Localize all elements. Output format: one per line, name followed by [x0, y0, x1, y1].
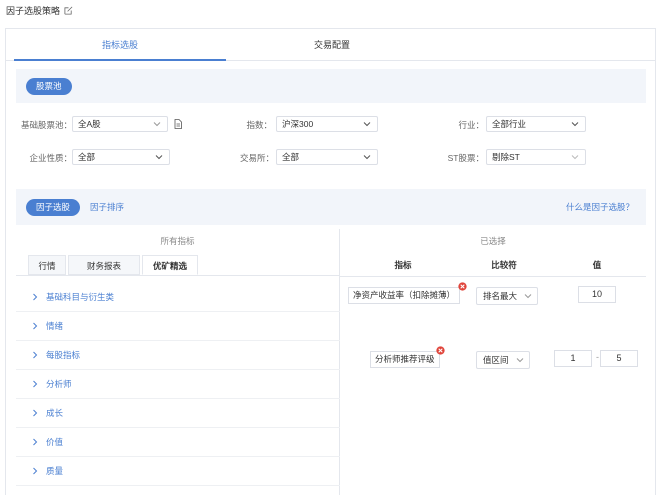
stock-pool-bar: 股票池	[16, 69, 646, 103]
strategy-panel: 指标选股 交易配置 股票池 基础股票池： 全A股 指数： 沪深300 行业： 全…	[5, 28, 656, 495]
category-item[interactable]: 分析师	[16, 370, 340, 399]
st-value: 剔除ST	[492, 152, 520, 162]
chevron-right-icon	[33, 293, 38, 301]
col-value: 值	[592, 260, 602, 270]
base-pool-label: 基础股票池：	[20, 120, 72, 130]
close-icon[interactable]	[458, 282, 467, 291]
chevron-down-icon	[524, 294, 532, 299]
exchange-value: 全部	[282, 152, 300, 162]
page-title-text: 因子选股策略	[6, 6, 61, 16]
index-value: 沪深300	[282, 119, 314, 129]
compare-select[interactable]: 值区间	[476, 351, 530, 369]
category-label: 分析师	[46, 379, 72, 389]
col-indicator: 指标	[394, 260, 412, 270]
chevron-down-icon	[155, 155, 163, 160]
category-item[interactable]: 质量	[16, 457, 340, 486]
range-separator: -	[596, 352, 599, 362]
chevron-down-icon	[516, 358, 524, 363]
factor-bar: 因子选股 因子排序 什么是因子选股？	[16, 189, 646, 225]
company-nature-value: 全部	[78, 152, 96, 162]
exchange-label: 交易所：	[239, 153, 274, 163]
base-pool-value: 全A股	[78, 119, 101, 129]
edit-icon[interactable]	[64, 6, 73, 15]
base-pool-select[interactable]: 全A股	[72, 116, 168, 132]
tab-indicator-selection[interactable]: 指标选股	[14, 29, 226, 61]
tab-trade-config[interactable]: 交易配置	[226, 29, 438, 61]
category-label: 质量	[46, 466, 64, 476]
factor-selection-pill[interactable]: 因子选股	[26, 199, 81, 216]
document-icon[interactable]	[174, 119, 182, 129]
category-label: 价值	[46, 437, 64, 447]
tab-market[interactable]: 行情	[28, 255, 66, 275]
chevron-down-icon	[571, 155, 579, 160]
tab-divider	[16, 275, 340, 276]
category-item[interactable]: 基础科目与衍生类	[16, 283, 340, 312]
category-label: 情绪	[46, 321, 64, 331]
chevron-down-icon	[571, 122, 579, 127]
category-item[interactable]: 成长	[16, 399, 340, 428]
index-label: 指数：	[246, 120, 272, 130]
chevron-down-icon	[153, 122, 161, 127]
company-nature-label: 企业性质：	[29, 153, 72, 163]
compare-value: 值区间	[483, 355, 509, 365]
index-select[interactable]: 沪深300	[276, 116, 378, 132]
main-tabs: 指标选股 交易配置	[6, 29, 655, 61]
category-item[interactable]: 价值	[16, 428, 340, 457]
tab-featured[interactable]: 优矿精选	[142, 255, 198, 275]
page-title: 因子选股策略	[6, 4, 73, 17]
chevron-down-icon	[363, 122, 371, 127]
company-nature-select[interactable]: 全部	[72, 149, 170, 165]
industry-select[interactable]: 全部行业	[486, 116, 586, 132]
category-item[interactable]: 每股指标	[16, 341, 340, 370]
range-min-input[interactable]: 1	[554, 350, 592, 367]
selected-indicator: 分析师推荐评级	[370, 351, 440, 368]
st-label: ST股票：	[447, 153, 484, 163]
close-icon[interactable]	[436, 346, 445, 355]
chevron-right-icon	[33, 467, 38, 475]
range-max-input[interactable]: 5	[600, 350, 638, 367]
all-indicators-pane: 所有指标 行情 财务报表 优矿精选 基础科目与衍生类 情绪 每股指标 分析师 成…	[16, 229, 340, 495]
chevron-right-icon	[33, 351, 38, 359]
stock-pool-pill[interactable]: 股票池	[26, 78, 72, 95]
header-divider	[340, 276, 646, 277]
category-item[interactable]: 情绪	[16, 312, 340, 341]
col-compare: 比较符	[491, 260, 517, 270]
chevron-right-icon	[33, 380, 38, 388]
chevron-right-icon	[33, 438, 38, 446]
compare-value: 排名最大	[483, 291, 518, 301]
value-input[interactable]: 10	[578, 286, 616, 303]
industry-label: 行业：	[458, 120, 484, 130]
st-select[interactable]: 剔除ST	[486, 149, 586, 165]
all-indicators-header: 所有指标	[160, 236, 195, 246]
selected-indicator: 净资产收益率（扣除摊薄）	[348, 287, 461, 304]
chevron-right-icon	[33, 322, 38, 330]
chevron-down-icon	[363, 155, 371, 160]
selected-header: 已选择	[480, 236, 506, 246]
help-link[interactable]: 什么是因子选股？	[566, 199, 634, 216]
chevron-right-icon	[33, 409, 38, 417]
factor-sort-tab[interactable]: 因子排序	[90, 199, 124, 216]
industry-value: 全部行业	[492, 119, 527, 129]
category-label: 成长	[46, 408, 64, 418]
exchange-select[interactable]: 全部	[276, 149, 378, 165]
selected-pane: 已选择 指标 比较符 值 净资产收益率（扣除摊薄） 排名最大 10 分析师推荐评…	[340, 229, 646, 495]
category-label: 基础科目与衍生类	[46, 292, 115, 302]
compare-select[interactable]: 排名最大	[476, 287, 538, 305]
category-label: 每股指标	[46, 350, 81, 360]
tab-financial-report[interactable]: 财务报表	[68, 255, 140, 275]
